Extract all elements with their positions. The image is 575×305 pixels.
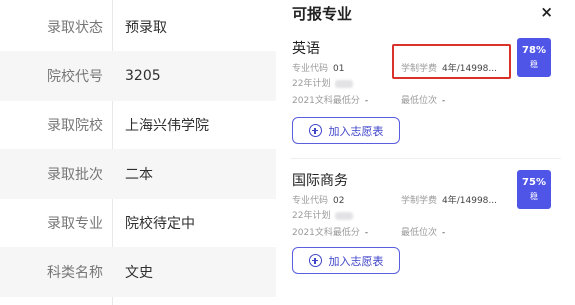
info-label: 录取批次 xyxy=(47,167,103,183)
min-rank: 最低位次 - xyxy=(401,228,446,238)
info-label: 录取状态 xyxy=(47,20,103,36)
major-code: 专业代码 01 xyxy=(292,64,345,74)
min-rank: 最低位次 - xyxy=(401,96,446,106)
probability-value: 75% xyxy=(522,177,546,188)
plus-circle-icon xyxy=(308,124,322,137)
info-row-batch: 录取批次 二本 xyxy=(0,149,276,199)
add-to-list-button[interactable]: 加入志愿表 xyxy=(292,117,400,144)
plan-count: 22年计划 xyxy=(292,208,354,221)
blurred-value xyxy=(335,211,354,220)
min-score: 2021文科最低分 - xyxy=(292,228,369,238)
info-label: 录取专业 xyxy=(47,216,103,232)
info-label: 录取院校 xyxy=(47,118,103,134)
probability-badge: 78% 稳 xyxy=(517,38,551,77)
major-name: 国际商务 xyxy=(292,173,348,189)
info-value: 3205 xyxy=(125,68,161,84)
probability-badge: 75% 稳 xyxy=(517,170,551,209)
info-row-school: 录取院校 上海兴伟学院 xyxy=(0,100,276,150)
probability-tag: 稳 xyxy=(530,192,538,201)
major-code: 专业代码 02 xyxy=(292,196,345,206)
info-value: 院校待定中 xyxy=(125,216,195,232)
info-label: 科类名称 xyxy=(47,265,103,281)
min-score: 2021文科最低分 - xyxy=(292,96,369,106)
info-label: 院校代号 xyxy=(47,69,103,85)
info-row-category: 科类名称 文史 xyxy=(0,247,276,297)
info-value: 文史 xyxy=(125,265,153,281)
duration-fee: 学制学费 4年/14998... xyxy=(401,196,497,206)
add-button-label: 加入志愿表 xyxy=(328,254,384,268)
close-icon[interactable]: × xyxy=(540,3,553,21)
info-value: 预录取 xyxy=(125,20,167,36)
plan-count: 22年计划 xyxy=(292,76,354,89)
probability-tag: 稳 xyxy=(530,60,538,69)
info-row-major: 录取专业 院校待定中 xyxy=(0,198,276,248)
info-value: 上海兴伟学院 xyxy=(125,118,209,134)
available-majors-panel: 可报专业 × 英语 专业代码 01 22年计划 2021文科最低分 - 最低位次 - … xyxy=(276,0,575,305)
add-to-list-button[interactable]: 加入志愿表 xyxy=(292,247,400,274)
probability-value: 78% xyxy=(522,45,546,56)
panel-title: 可报专业 xyxy=(292,5,353,23)
highlight-annotation xyxy=(392,44,511,79)
info-row-status: 录取状态 预录取 xyxy=(0,2,276,52)
info-value: 二本 xyxy=(125,167,153,183)
major-name: 英语 xyxy=(292,41,320,57)
blurred-value xyxy=(335,79,354,88)
card-divider xyxy=(290,158,561,159)
major-card: 国际商务 专业代码 02 22年计划 2021文科最低分 - 最低位次 - 学制学费 4… xyxy=(276,170,575,300)
add-button-label: 加入志愿表 xyxy=(328,124,384,138)
admission-info-table: 录取状态 预录取 院校代号 3205 录取院校 上海兴伟学院 录取批次 二本 录… xyxy=(0,0,276,305)
info-row-school-code: 院校代号 3205 xyxy=(0,51,276,101)
plus-circle-icon xyxy=(308,254,322,267)
